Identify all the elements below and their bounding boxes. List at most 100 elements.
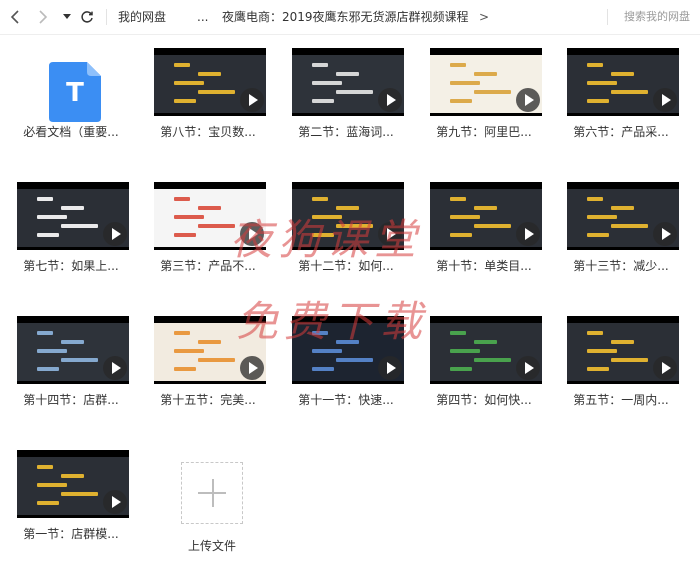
- thumbnail-detail: [474, 340, 497, 344]
- file-item-video[interactable]: 第十三节：减少...: [557, 168, 685, 280]
- play-icon[interactable]: [378, 356, 402, 380]
- thumbnail-detail: [587, 215, 617, 219]
- thumbnail-detail: [61, 340, 84, 344]
- thumbnail-detail: [611, 72, 634, 76]
- thumbnail-detail: [174, 197, 190, 201]
- thumbnail-detail: [37, 331, 53, 335]
- watermark-line1: 夜狗课堂: [230, 215, 423, 264]
- thumbnail-detail: [61, 224, 98, 228]
- thumbnail-detail: [450, 215, 480, 219]
- thumbnail-detail: [312, 63, 328, 67]
- thumbnail-detail: [587, 349, 617, 353]
- thumbnail-detail: [474, 90, 511, 94]
- video-thumbnail: [292, 48, 404, 116]
- thumbnail-detail: [587, 63, 603, 67]
- file-name: 第十四节：店群...: [23, 393, 119, 407]
- file-item-video[interactable]: 第十四节：店群...: [7, 302, 135, 414]
- thumbnail-detail: [336, 72, 359, 76]
- video-thumbnail: [430, 182, 542, 250]
- file-name: 第四节：如何快...: [436, 393, 532, 407]
- search-input[interactable]: 搜索我的网盘: [624, 9, 690, 25]
- thumbnail-detail: [587, 197, 603, 201]
- divider: [106, 9, 107, 25]
- thumbnail-detail: [474, 72, 497, 76]
- thumbnail-detail: [450, 197, 466, 201]
- thumbnail-detail: [61, 206, 84, 210]
- thumbnail-detail: [174, 331, 190, 335]
- file-name: 第一节：店群模...: [23, 527, 119, 541]
- video-thumbnail: [567, 316, 679, 384]
- thumbnail-detail: [336, 358, 373, 362]
- file-item-video[interactable]: 第六节：产品采...: [557, 34, 685, 146]
- file-item-video[interactable]: 第十节：单类目...: [420, 168, 548, 280]
- breadcrumb-root[interactable]: 我的网盘: [118, 9, 166, 25]
- thumbnail-detail: [587, 99, 609, 103]
- thumbnail-detail: [611, 90, 648, 94]
- upload-button[interactable]: [181, 462, 243, 524]
- play-icon[interactable]: [103, 490, 127, 514]
- thumbnail-detail: [611, 224, 648, 228]
- back-button[interactable]: [4, 6, 26, 28]
- play-icon[interactable]: [516, 222, 540, 246]
- video-thumbnail: [567, 48, 679, 116]
- breadcrumb-ellipsis[interactable]: ...: [197, 9, 208, 25]
- video-thumbnail: [154, 48, 266, 116]
- thumbnail-detail: [611, 358, 648, 362]
- play-icon[interactable]: [378, 88, 402, 112]
- file-name: 第二节：蓝海词...: [298, 125, 394, 139]
- file-item-video[interactable]: 第七节：如果上...: [7, 168, 135, 280]
- play-icon[interactable]: [516, 88, 540, 112]
- chevron-left-icon: [10, 10, 19, 24]
- file-item-video[interactable]: 第八节：宝贝数...: [144, 34, 272, 146]
- history-dropdown-button[interactable]: [56, 6, 78, 28]
- thumbnail-detail: [61, 474, 84, 478]
- video-thumbnail: [430, 316, 542, 384]
- play-icon[interactable]: [653, 356, 677, 380]
- thumbnail-detail: [37, 215, 67, 219]
- file-name: 第十一节：快速...: [298, 393, 394, 407]
- breadcrumb-current[interactable]: 夜鹰电商：2019夜鹰东邪无货源店群视频课程: [222, 9, 469, 25]
- play-icon[interactable]: [653, 222, 677, 246]
- thumbnail-detail: [198, 90, 235, 94]
- file-item-video[interactable]: 第四节：如何快...: [420, 302, 548, 414]
- chevron-right-icon: [39, 10, 48, 24]
- refresh-icon: [81, 11, 93, 23]
- refresh-button[interactable]: [76, 6, 98, 28]
- play-icon[interactable]: [516, 356, 540, 380]
- play-icon[interactable]: [103, 222, 127, 246]
- thumbnail-detail: [174, 367, 196, 371]
- file-name: 必看文档（重要...: [23, 125, 119, 139]
- thumbnail-detail: [587, 233, 609, 237]
- caret-down-icon: [63, 14, 71, 19]
- file-item-video[interactable]: 第一节：店群模...: [7, 436, 135, 548]
- document-type-letter: T: [66, 78, 84, 108]
- file-name: 第八节：宝贝数...: [160, 125, 256, 139]
- thumbnail-detail: [336, 90, 373, 94]
- thumbnail-detail: [37, 501, 59, 505]
- thumbnail-detail: [450, 349, 480, 353]
- play-icon[interactable]: [103, 356, 127, 380]
- thumbnail-detail: [198, 72, 221, 76]
- video-thumbnail: [17, 450, 129, 518]
- thumbnail-detail: [37, 233, 59, 237]
- thumbnail-detail: [198, 340, 221, 344]
- file-name: 第十五节：完美...: [160, 393, 256, 407]
- play-icon[interactable]: [240, 356, 264, 380]
- thumbnail-detail: [37, 197, 53, 201]
- play-icon[interactable]: [653, 88, 677, 112]
- toolbar: 我的网盘 ... 夜鹰电商：2019夜鹰东邪无货源店群视频课程 > 搜索我的网盘: [0, 0, 700, 34]
- file-name: 第十节：单类目...: [436, 259, 532, 273]
- file-item-video[interactable]: 第五节：一周内...: [557, 302, 685, 414]
- file-item-video[interactable]: 第二节：蓝海词...: [282, 34, 410, 146]
- file-item-document[interactable]: T 必看文档（重要...: [7, 34, 135, 146]
- thumbnail-detail: [450, 99, 472, 103]
- thumbnail-detail: [312, 81, 342, 85]
- thumbnail-detail: [474, 206, 497, 210]
- video-thumbnail: [430, 48, 542, 116]
- forward-button[interactable]: [32, 6, 54, 28]
- file-name: 第六节：产品采...: [573, 125, 669, 139]
- file-item-video[interactable]: 第九节：阿里巴...: [420, 34, 548, 146]
- file-name: 第十三节：减少...: [573, 259, 669, 273]
- play-icon[interactable]: [240, 88, 264, 112]
- thumbnail-detail: [61, 492, 98, 496]
